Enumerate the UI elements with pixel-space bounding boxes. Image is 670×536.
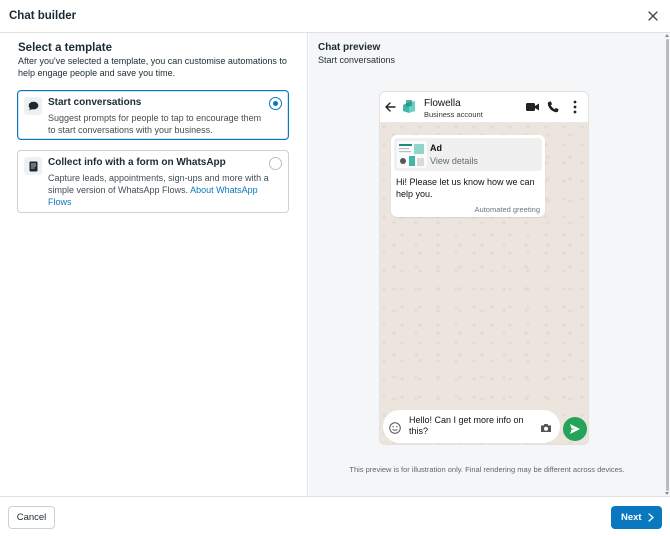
template-description: After you've selected a template, you ca… [18,56,287,78]
ad-label: Ad [430,143,442,153]
preview-heading: Chat preview [318,42,381,53]
template-option-description: Capture leads, appointments, sign-ups an… [48,172,270,208]
send-button[interactable] [563,417,587,441]
template-option-collect-info[interactable]: Collect info with a form on WhatsApp Cap… [17,150,289,213]
scroll-up-arrow-icon[interactable] [665,34,669,37]
chat-header: Flowella Business account [380,92,588,123]
dialog-header: Chat builder [0,0,670,33]
scroll-down-arrow-icon[interactable] [665,492,669,495]
preview-disclaimer: This preview is for illustration only. F… [349,465,625,474]
scrollbar-thumb[interactable] [666,39,669,491]
view-details-link[interactable]: View details [430,156,478,166]
camera-icon[interactable] [540,423,552,433]
template-heading: Select a template [18,42,112,54]
template-radio[interactable] [269,157,282,170]
next-button-label: Next [621,512,642,523]
ad-reference-card[interactable]: Ad View details [394,138,542,171]
form-icon [24,157,42,175]
template-option-title: Collect info with a form on WhatsApp [48,157,226,168]
dialog-title: Chat builder [9,10,77,22]
chat-builder-dialog: Chat builder Select a template After you… [0,0,670,536]
send-icon [570,424,580,434]
back-arrow-icon [385,102,396,112]
phone-call-icon [547,101,559,113]
template-radio-selected[interactable] [269,97,282,110]
chat-preview-panel: Chat preview Start conversations Flowell… [309,33,670,496]
close-icon[interactable] [646,9,660,23]
next-button[interactable]: Next [611,506,662,529]
template-option-start-conversations[interactable]: Start conversations Suggest prompts for … [17,90,289,140]
preview-scrollbar[interactable] [665,33,670,496]
dialog-footer: Cancel Next [0,496,670,536]
phone-preview: Flowella Business account Ad View detail… [379,91,589,445]
video-call-icon [526,103,539,111]
greeting-text: Hi! Please let us know how we can help y… [396,177,535,199]
preview-subheading: Start conversations [318,55,396,65]
message-composer[interactable]: Hello! Can I get more info on this? [383,410,560,443]
more-options-icon [573,100,577,114]
ad-thumbnail [397,141,427,168]
cancel-button[interactable]: Cancel [8,506,55,529]
business-name: Flowella [424,98,461,109]
business-account-label: Business account [424,110,483,119]
template-option-title: Start conversations [48,97,142,108]
chat-bubble-icon [24,97,42,115]
business-logo-icon [403,100,415,113]
greeting-message-bubble: Ad View details Hi! Please let us know h… [391,135,545,217]
template-panel: Select a template After you've selected … [0,33,308,496]
composer-text: Hello! Can I get more info on this? [409,415,524,436]
emoji-icon[interactable] [389,422,401,434]
automated-greeting-tag: Automated greeting [474,205,540,214]
chevron-right-icon [648,513,654,522]
template-option-description: Suggest prompts for people to tap to enc… [48,113,262,135]
